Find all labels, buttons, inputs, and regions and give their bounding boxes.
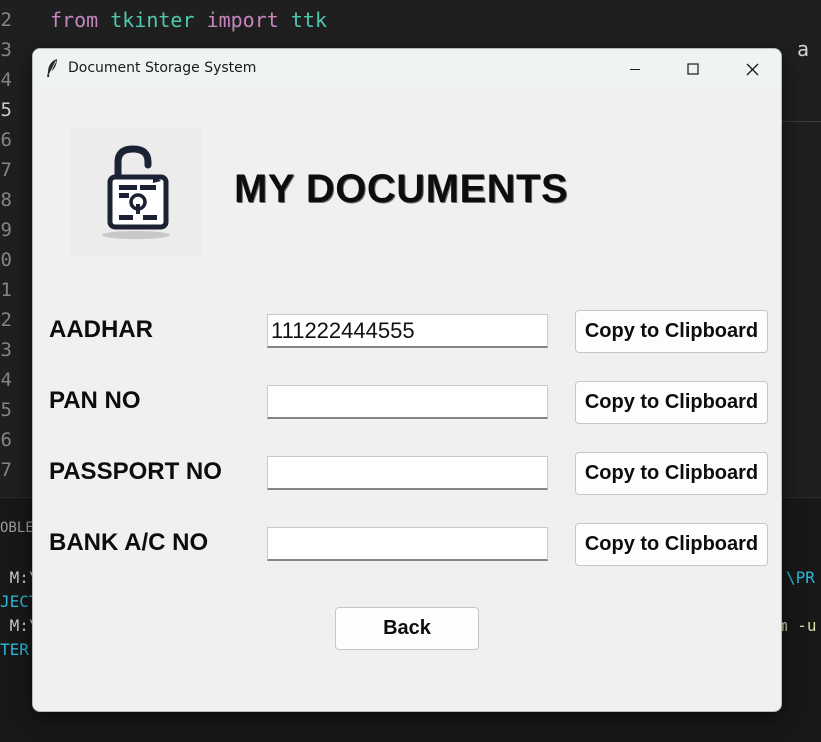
bank-ac-no-input[interactable] — [267, 527, 548, 561]
close-icon — [746, 63, 759, 76]
copy-pan-no-button[interactable]: Copy to Clipboard — [575, 381, 768, 424]
padlock-document-icon — [71, 127, 201, 257]
copy-bank-ac-no-button[interactable]: Copy to Clipboard — [575, 523, 768, 566]
copy-passport-no-button[interactable]: Copy to Clipboard — [575, 452, 768, 495]
terminal-text: \PR — [786, 568, 815, 587]
back-button[interactable]: Back — [335, 607, 479, 650]
copy-aadhar-button[interactable]: Copy to Clipboard — [575, 310, 768, 353]
code-keyword: import — [206, 8, 279, 32]
bank-ac-no-label: BANK A/C NO — [49, 529, 209, 556]
line-number: 4 — [0, 369, 12, 391]
line-number: 8 — [0, 189, 12, 211]
line-number: 2 — [0, 9, 12, 31]
code-line-fragment: a — [797, 37, 810, 61]
passport-no-label: PASSPORT NO — [49, 458, 222, 485]
window-title: Document Storage System — [68, 60, 257, 76]
pan-no-label: PAN NO — [49, 387, 141, 414]
page-heading: MY DOCUMENTS — [234, 167, 569, 211]
line-number: 9 — [0, 219, 12, 241]
line-number: 7 — [0, 159, 12, 181]
line-number: 0 — [0, 249, 12, 271]
code-module: tkinter — [110, 8, 195, 32]
minimize-icon — [629, 63, 641, 75]
maximize-icon — [687, 63, 699, 75]
line-number: 2 — [0, 309, 12, 331]
line-number: 6 — [0, 129, 12, 151]
code-line: from tkinter import ttk — [50, 5, 327, 35]
aadhar-label: AADHAR — [49, 316, 153, 343]
code-keyword: from — [50, 8, 99, 32]
line-number: 3 — [0, 39, 12, 61]
line-number: 7 — [0, 459, 12, 481]
editor-divider — [782, 121, 821, 122]
line-number: 6 — [0, 429, 12, 451]
terminal-text: m -u — [778, 616, 817, 635]
pan-no-input[interactable] — [267, 385, 548, 419]
line-number: 4 — [0, 69, 12, 91]
line-number: 1 — [0, 279, 12, 301]
code-identifier: ttk — [290, 8, 327, 32]
minimize-button[interactable] — [606, 49, 664, 89]
aadhar-input[interactable] — [267, 314, 548, 348]
passport-no-input[interactable] — [267, 456, 548, 490]
line-number: 5 — [0, 399, 12, 421]
app-window: Document Storage System MY DOCUMENTS AAD… — [32, 48, 782, 712]
title-bar[interactable]: Document Storage System — [33, 49, 781, 89]
line-number: 3 — [0, 339, 12, 361]
close-button[interactable] — [723, 49, 781, 89]
terminal-text: TER — [0, 640, 29, 659]
feather-icon — [45, 58, 59, 78]
maximize-button[interactable] — [664, 49, 722, 89]
line-number: 5 — [0, 99, 12, 121]
